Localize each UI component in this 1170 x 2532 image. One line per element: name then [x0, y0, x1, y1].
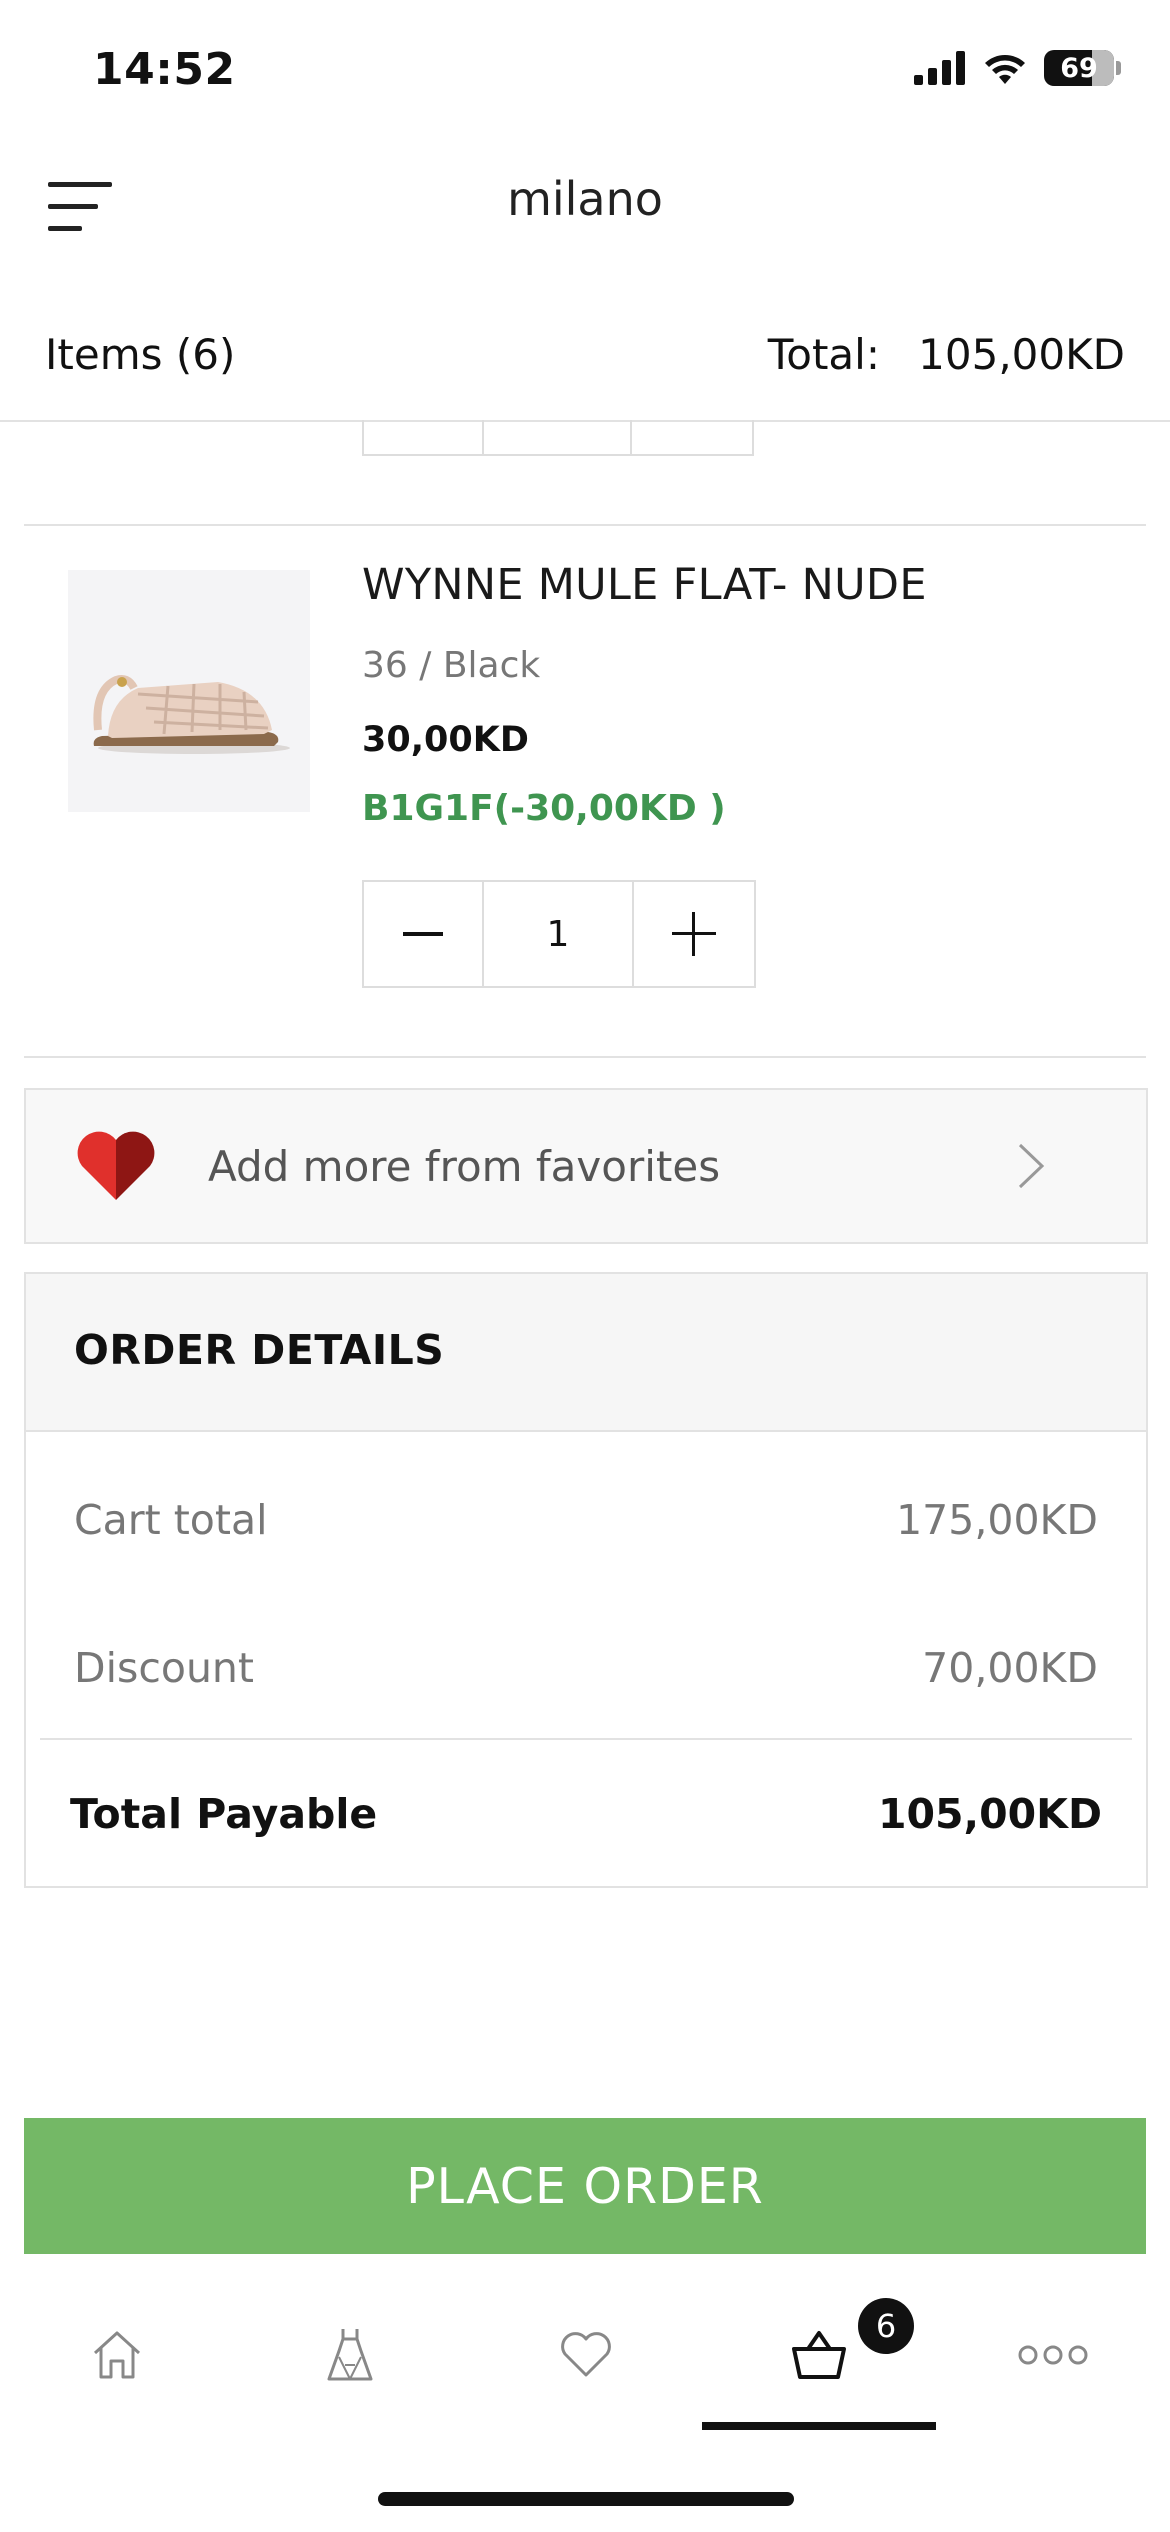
battery-level: 69: [1060, 52, 1098, 84]
order-details-card: ORDER DETAILS Cart total 175,00KD Discou…: [24, 1272, 1148, 1888]
item-divider: [24, 524, 1146, 526]
previous-item-stepper[interactable]: [362, 420, 754, 456]
cellular-signal-icon: [914, 51, 965, 85]
plus-icon: [672, 912, 716, 956]
quantity-stepper: 1: [362, 880, 756, 988]
cart-total-label: Cart total: [74, 1496, 268, 1544]
chevron-right-icon: [1018, 1143, 1045, 1189]
total-payable-value: 105,00KD: [877, 1790, 1102, 1838]
favorites-label: Add more from favorites: [208, 1141, 721, 1191]
items-count: Items (6): [45, 330, 236, 379]
total-label: Total:: [767, 330, 880, 379]
product-image[interactable]: [68, 570, 310, 812]
decrease-quantity-button[interactable]: [364, 882, 484, 986]
heart-icon: [77, 1131, 155, 1200]
tab-cart[interactable]: [759, 2290, 879, 2420]
wifi-icon: [985, 55, 1025, 84]
status-icons: 69: [914, 50, 1121, 86]
heart-outline-icon: [561, 2332, 611, 2377]
tab-catalog[interactable]: [290, 2290, 410, 2420]
tab-home[interactable]: [57, 2290, 177, 2420]
basket-icon: [792, 2331, 846, 2379]
product-price: 30,00KD: [362, 720, 529, 760]
dress-icon: [327, 2329, 373, 2381]
increase-quantity-button[interactable]: [634, 882, 754, 986]
home-icon: [93, 2331, 141, 2379]
active-tab-indicator: [702, 2422, 936, 2430]
cart-count-badge: 6: [858, 2298, 914, 2354]
product-name[interactable]: WYNNE MULE FLAT- NUDE: [362, 560, 927, 610]
discount-label: Discount: [74, 1644, 254, 1692]
more-icon: [1018, 2345, 1088, 2365]
battery-icon: 69: [1044, 50, 1121, 86]
order-details-title: ORDER DETAILS: [74, 1326, 445, 1374]
add-from-favorites-row[interactable]: Add more from favorites: [24, 1088, 1148, 1244]
brand-logo[interactable]: milano: [0, 172, 1170, 226]
tab-more[interactable]: [993, 2290, 1113, 2420]
product-variant: 36 / Black: [362, 645, 541, 686]
discount-value: 70,00KD: [922, 1644, 1098, 1692]
sandal-icon: [93, 675, 290, 754]
order-divider: [40, 1738, 1132, 1740]
promo-label: B1G1F(-30,00KD ): [362, 788, 726, 829]
cart-total-value: 175,00KD: [896, 1496, 1098, 1544]
quantity-value: 1: [484, 882, 634, 986]
item-divider: [24, 1056, 1146, 1058]
cart-summary-bar: Items (6) Total: 105,00KD: [0, 300, 1170, 422]
place-order-button[interactable]: PLACE ORDER: [24, 2118, 1146, 2254]
home-indicator[interactable]: [378, 2492, 794, 2506]
status-time: 14:52: [93, 44, 236, 95]
tab-favorites[interactable]: [526, 2290, 646, 2420]
total-payable-label: Total Payable: [70, 1790, 378, 1838]
bottom-tab-bar: [0, 2290, 1170, 2440]
total-value: 105,00KD: [918, 330, 1125, 379]
order-details-header: ORDER DETAILS: [26, 1274, 1146, 1432]
minus-icon: [403, 932, 443, 936]
